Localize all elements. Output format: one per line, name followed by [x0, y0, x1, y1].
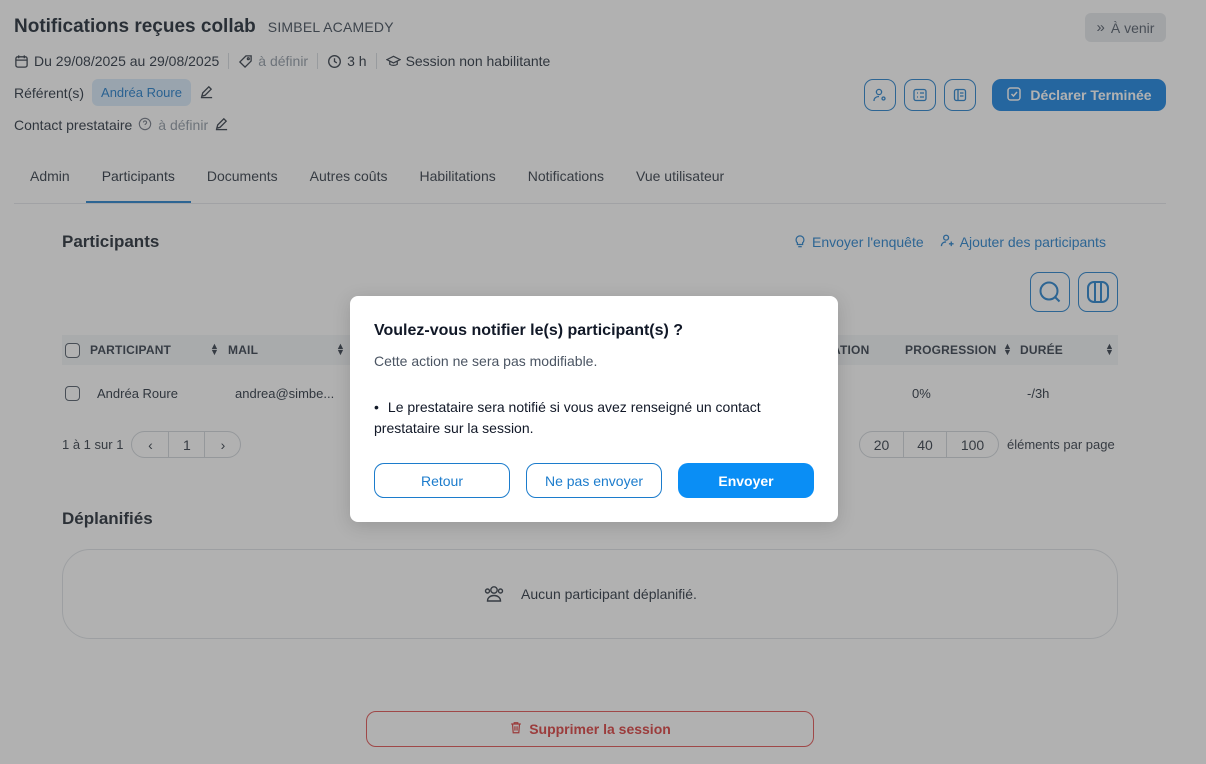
dialog-bullet-continuation: prestataire sur la session.	[374, 420, 534, 436]
dialog-actions: Retour Ne pas envoyer Envoyer	[374, 463, 814, 498]
do-not-send-button[interactable]: Ne pas envoyer	[526, 463, 662, 498]
dialog-subtitle: Cette action ne sera pas modifiable.	[374, 353, 598, 369]
dialog-info: • Le prestataire sera notifié si vous ave…	[374, 397, 814, 439]
send-button[interactable]: Envoyer	[678, 463, 814, 498]
back-button[interactable]: Retour	[374, 463, 510, 498]
dialog-title: Voulez-vous notifier le(s) participant(s…	[374, 322, 684, 339]
notify-confirmation-dialog: Voulez-vous notifier le(s) participant(s…	[350, 296, 838, 522]
dialog-bullet-line: • Le prestataire sera notifié si vous ave…	[374, 399, 761, 415]
